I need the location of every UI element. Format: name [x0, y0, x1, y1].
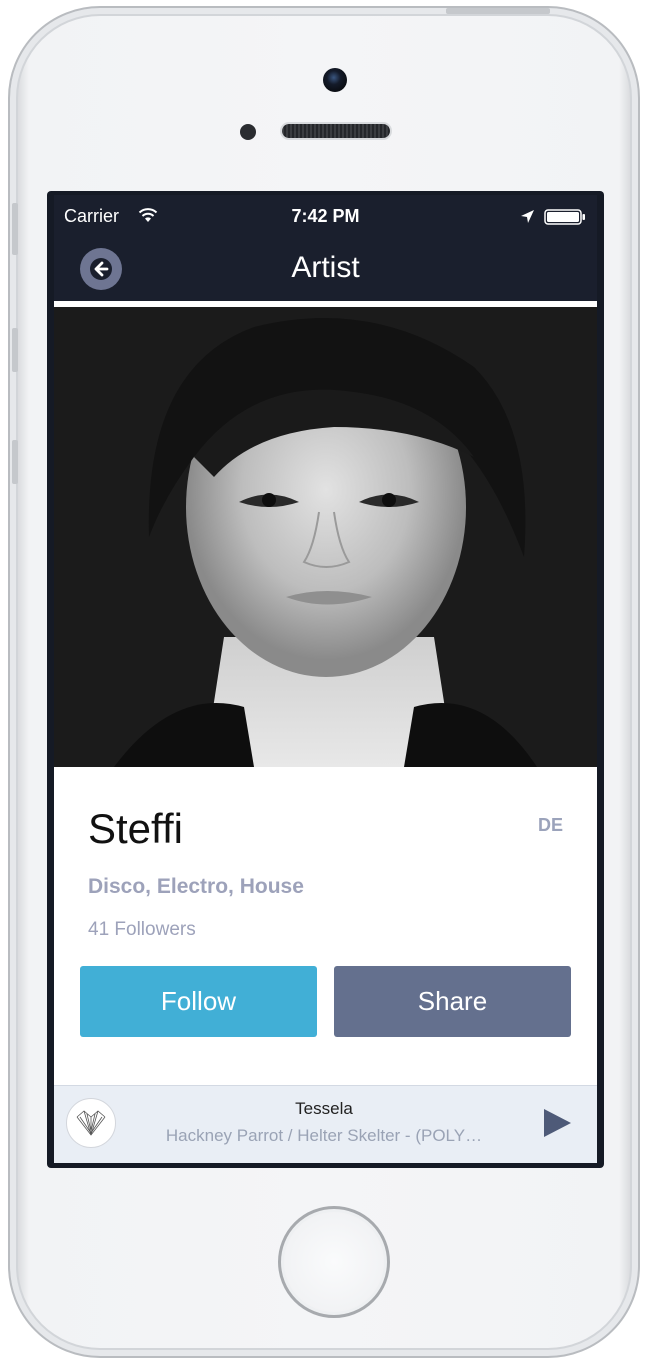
earpiece-speaker [282, 124, 390, 138]
track-artwork [66, 1098, 116, 1148]
follow-button[interactable]: Follow [80, 966, 317, 1037]
track-title: Tessela [295, 1099, 353, 1118]
app-viewport: Carrier 7:42 PM Artist Steffi DE Disco, … [54, 195, 597, 1163]
volume-up-button [12, 328, 18, 372]
status-bar: Carrier 7:42 PM [54, 195, 597, 237]
follower-count: 41 Followers [88, 919, 196, 940]
page-title: Artist [291, 251, 360, 284]
now-playing-bar[interactable]: Tessela Hackney Parrot / Helter Skelter … [54, 1085, 597, 1163]
play-icon[interactable] [540, 1106, 574, 1140]
share-button[interactable]: Share [334, 966, 571, 1037]
artist-name: Steffi [88, 805, 183, 852]
proximity-sensor [240, 124, 256, 140]
track-subtitle: Hackney Parrot / Helter Skelter - (POLY… [165, 1126, 483, 1145]
screen: Carrier 7:42 PM Artist Steffi DE Disco, … [47, 191, 604, 1168]
battery-icon [544, 209, 585, 225]
volume-down-button [12, 440, 18, 484]
diamond-logo-icon [76, 1110, 106, 1136]
portrait-image [54, 307, 597, 767]
status-time: 7:42 PM [291, 206, 360, 226]
artist-genres: Disco, Electro, House [88, 875, 304, 898]
power-button [446, 8, 550, 14]
navigation-bar: Artist [54, 237, 597, 301]
location-arrow-icon [521, 210, 534, 223]
artist-photo [54, 307, 597, 767]
country-code: DE [537, 815, 563, 835]
mute-switch [12, 203, 18, 255]
front-camera [323, 68, 347, 92]
home-button[interactable] [278, 1206, 390, 1318]
